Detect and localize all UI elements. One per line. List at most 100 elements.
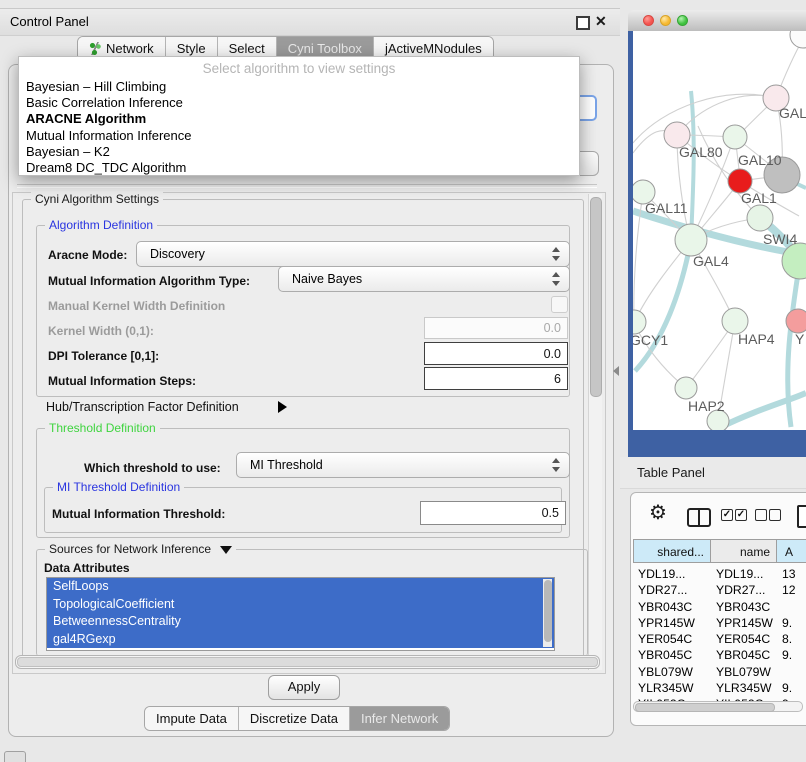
- expand-right-icon[interactable]: [278, 401, 287, 413]
- network-window-titlebar[interactable]: [628, 10, 806, 32]
- table-cell: YPR145W: [711, 615, 777, 631]
- tab-impute-data[interactable]: Impute Data: [145, 707, 239, 730]
- mi-steps-field[interactable]: 6: [424, 367, 568, 390]
- scrollbar-thumb[interactable]: [635, 703, 775, 712]
- select-all-checkbox-icon[interactable]: ✓: [721, 509, 733, 521]
- hub-definition-expander[interactable]: Hub/Transcription Factor Definition: [46, 400, 239, 414]
- table-cell: YLR345W: [633, 680, 711, 696]
- table-cell: YER054C: [711, 631, 777, 647]
- close-window-icon[interactable]: [643, 15, 654, 26]
- table-row[interactable]: YBR045CYBR045C9.: [633, 647, 806, 663]
- data-attribute-betweennesscentrality[interactable]: BetweennessCentrality: [47, 613, 554, 631]
- table-cell: YBR045C: [633, 647, 711, 663]
- mi-type-select[interactable]: Naive Bayes: [278, 266, 570, 292]
- data-attribute-gal4rgexp[interactable]: gal4RGexp: [47, 631, 554, 649]
- file-icon[interactable]: [797, 505, 806, 528]
- close-panel-icon[interactable]: ✕: [595, 13, 607, 30]
- aracne-mode-select[interactable]: Discovery: [136, 241, 570, 267]
- combo-arrows-icon: [552, 457, 560, 473]
- network-node-hap2[interactable]: [675, 377, 697, 399]
- table-panel: ⚙ ✓ ✓ shared...nameA YDL19...YDL19...13Y…: [630, 492, 806, 726]
- algorithm-option-aracne-algorithm[interactable]: ARACNE Algorithm: [26, 111, 575, 127]
- table-cell: YER054C: [633, 631, 711, 647]
- table-row[interactable]: YDL19...YDL19...13: [633, 566, 806, 582]
- data-attributes-label: Data Attributes: [44, 561, 130, 575]
- table-row[interactable]: YLR345WYLR345W9.: [633, 680, 806, 696]
- mi-steps-label: Mutual Information Steps:: [48, 374, 196, 388]
- aracne-mode-label: Aracne Mode:: [48, 248, 127, 262]
- network-canvas[interactable]: GALGAL80GAL10GAL1GAL11SWI4GAL4GCY1HAP4YH…: [633, 31, 806, 430]
- network-graph[interactable]: GALGAL80GAL10GAL1GAL11SWI4GAL4GCY1HAP4YH…: [633, 31, 806, 430]
- table-cell: [777, 599, 806, 615]
- algorithm-option-dream8-dc-tdc-algorithm[interactable]: Dream8 DC_TDC Algorithm: [26, 160, 575, 176]
- control-panel-bottom-tabs: Impute DataDiscretize DataInfer Network: [144, 706, 450, 731]
- settings-vertical-scrollbar[interactable]: [588, 194, 602, 670]
- table-row[interactable]: YBR043CYBR043C: [633, 599, 806, 615]
- table-row[interactable]: YDR27...YDR27...12: [633, 582, 806, 598]
- table-panel-title: Table Panel: [637, 465, 705, 480]
- table-settings-gear-icon[interactable]: ⚙: [649, 503, 667, 523]
- aracne-mode-value: Discovery: [150, 247, 205, 261]
- scrollbar-thumb[interactable]: [17, 657, 598, 667]
- table-header: shared...nameA: [633, 539, 806, 565]
- minimize-window-icon[interactable]: [660, 15, 671, 26]
- zoom-window-icon[interactable]: [677, 15, 688, 26]
- attributes-list-scrollbar[interactable]: [543, 579, 552, 647]
- column-header-shared-[interactable]: shared...: [633, 539, 711, 563]
- which-threshold-value: MI Threshold: [250, 458, 323, 472]
- scrollbar-thumb[interactable]: [590, 197, 602, 397]
- mi-threshold-group-title: MI Threshold Definition: [53, 480, 184, 494]
- tab-infer-network[interactable]: Infer Network: [350, 707, 449, 730]
- network-node-gcy1[interactable]: [633, 310, 646, 334]
- column-header-a[interactable]: A: [777, 539, 806, 563]
- manual-kernel-checkbox[interactable]: [551, 296, 568, 313]
- network-edge-thick[interactable]: [691, 91, 694, 240]
- algorithm-option-bayesian-k2[interactable]: Bayesian – K2: [26, 144, 575, 160]
- data-attribute-selfloops[interactable]: SelfLoops: [47, 578, 554, 596]
- network-edge-thick[interactable]: [721, 393, 806, 427]
- table-cell: YPR145W: [633, 615, 711, 631]
- table-cell: YBR045C: [711, 647, 777, 663]
- column-header-name[interactable]: name: [711, 539, 777, 563]
- select-all-checkbox-icon[interactable]: ✓: [735, 509, 747, 521]
- settings-horizontal-scrollbar[interactable]: [15, 655, 600, 669]
- kernel-width-value: 0.0: [544, 321, 561, 335]
- algorithm-option-bayesian-hill-climbing[interactable]: Bayesian – Hill Climbing: [26, 79, 575, 95]
- deselect-all-checkbox-icon[interactable]: [769, 509, 781, 521]
- mi-threshold-field[interactable]: 0.5: [420, 501, 566, 525]
- table-cell: YBR043C: [633, 599, 711, 615]
- data-attribute-topologicalcoefficient[interactable]: TopologicalCoefficient: [47, 596, 554, 614]
- table-row[interactable]: YPR145WYPR145W9.: [633, 615, 806, 631]
- table-row[interactable]: YBL079WYBL079W: [633, 664, 806, 680]
- table-horizontal-scrollbar[interactable]: [633, 701, 803, 712]
- network-node[interactable]: [790, 31, 806, 48]
- table-cell: YLR345W: [711, 680, 777, 696]
- collapse-down-icon[interactable]: [220, 546, 232, 554]
- column-browser-icon[interactable]: [687, 508, 711, 527]
- network-node-gal10[interactable]: [723, 125, 747, 149]
- sources-group-title: Sources for Network Inference: [45, 542, 236, 556]
- network-node-swi4[interactable]: [747, 205, 773, 231]
- mi-steps-value: 6: [554, 372, 561, 386]
- table-cell: YBL079W: [711, 664, 777, 680]
- dpi-tolerance-field[interactable]: 0.0: [424, 342, 568, 365]
- which-threshold-select[interactable]: MI Threshold: [236, 452, 570, 478]
- algorithm-option-basic-correlation-inference[interactable]: Basic Correlation Inference: [26, 95, 575, 111]
- kernel-width-field[interactable]: 0.0: [424, 317, 568, 339]
- network-icon: [89, 42, 101, 55]
- deselect-all-checkbox-icon[interactable]: [755, 509, 767, 521]
- tab-discretize-data[interactable]: Discretize Data: [239, 707, 350, 730]
- mi-threshold-label: Mutual Information Threshold:: [52, 507, 225, 521]
- algorithm-option-mutual-information-inference[interactable]: Mutual Information Inference: [26, 128, 575, 144]
- data-attributes-list[interactable]: SelfLoopsTopologicalCoefficientBetweenne…: [46, 577, 555, 651]
- table-row[interactable]: YER054CYER054C8.: [633, 631, 806, 647]
- node-label-gal4: GAL4: [693, 253, 729, 269]
- node-label-hap2: HAP2: [688, 398, 725, 414]
- panel-divider-grip[interactable]: [613, 366, 619, 376]
- minimized-panel-chip[interactable]: [4, 751, 26, 762]
- float-panel-icon[interactable]: [576, 16, 590, 30]
- network-node-y[interactable]: [786, 309, 806, 333]
- apply-button[interactable]: Apply: [268, 675, 340, 700]
- combo-arrows-icon: [552, 271, 560, 287]
- network-node-gal4[interactable]: [675, 224, 707, 256]
